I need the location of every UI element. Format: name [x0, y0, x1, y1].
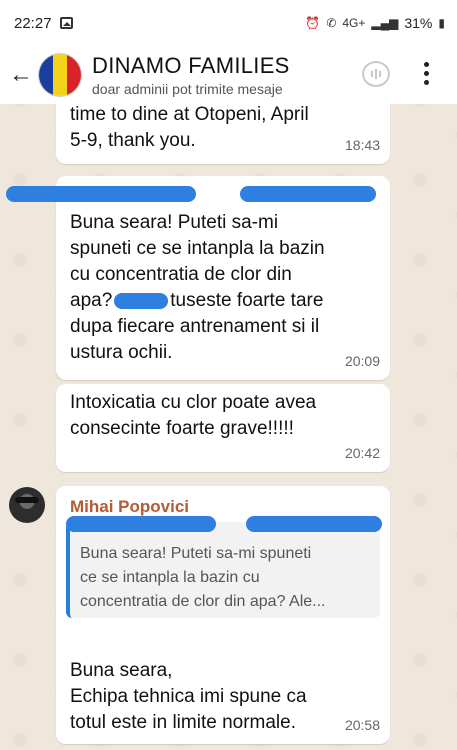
group-avatar[interactable] — [38, 53, 82, 97]
sender-avatar[interactable] — [9, 487, 45, 523]
message-text: Intoxicatia cu clor poate avea consecint… — [70, 392, 317, 439]
quoted-text: Buna seara! Puteti sa-mi spuneti ce se i… — [80, 545, 326, 610]
redacted-name — [240, 186, 376, 202]
message-bubble[interactable]: Mihai Popovici Buna seara! Puteti sa-mi … — [56, 486, 390, 744]
redacted-name — [114, 292, 169, 309]
back-arrow-icon[interactable]: ← — [6, 61, 36, 89]
redacted-name — [6, 186, 196, 202]
group-title: DINAMO FAMILIES — [92, 53, 290, 78]
message-text: time to dine at Otopeni, April 5-9, than… — [70, 104, 309, 151]
message-bubble[interactable]: time to dine at Otopeni, April 5-9, than… — [56, 98, 390, 164]
redacted-name — [246, 516, 382, 532]
signal-icon: ▂▄▆ — [371, 16, 399, 30]
message-time: 20:58 — [344, 717, 380, 733]
status-time: 22:27 — [14, 14, 52, 32]
message-bubble[interactable]: Buna seara! Puteti sa-mi spuneti ce se i… — [6, 176, 390, 380]
message-text: Buna seara, Echipa tehnica imi spune ca … — [70, 660, 307, 733]
message-time: 18:43 — [344, 137, 380, 153]
gallery-icon — [59, 17, 73, 29]
battery-level: 31% — [404, 15, 433, 31]
quoted-message[interactable]: Buna seara! Puteti sa-mi spuneti ce se i… — [66, 516, 382, 618]
alarm-icon: ⏰ — [305, 16, 321, 30]
message-time: 20:42 — [344, 445, 380, 461]
message-time: 20:09 — [344, 353, 380, 369]
message-text: Buna seara! Puteti sa-mi spuneti ce se i… — [70, 212, 325, 363]
voice-chat-icon[interactable] — [362, 61, 390, 87]
status-bar: 22:27 ⏰ ✆ 4G+ ▂▄▆ 31% ▮ — [0, 0, 457, 46]
battery-icon: ▮ — [438, 16, 445, 30]
chat-header: ← DINAMO FAMILIES doar adminii pot trimi… — [0, 46, 457, 104]
network-type: 4G+ — [342, 16, 366, 30]
more-options-icon[interactable] — [424, 62, 430, 85]
call-icon: ✆ — [326, 16, 337, 30]
message-bubble[interactable]: Intoxicatia cu clor poate avea consecint… — [56, 384, 390, 472]
redacted-name — [66, 516, 216, 532]
group-subtitle: doar adminii pot trimite mesaje — [92, 81, 283, 97]
group-info[interactable]: DINAMO FAMILIES doar adminii pot trimite… — [92, 53, 290, 97]
